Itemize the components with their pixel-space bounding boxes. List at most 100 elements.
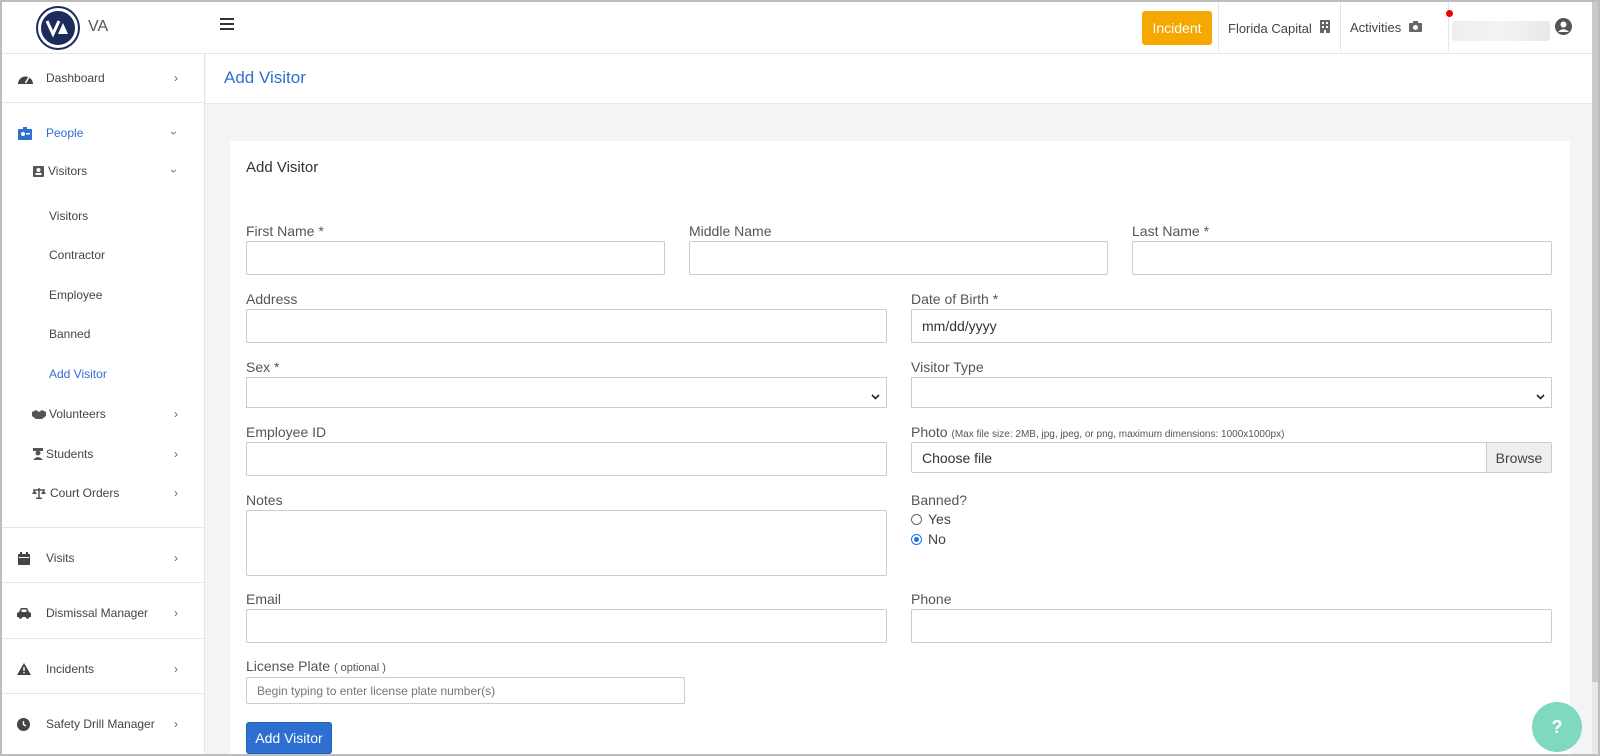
last-name-label: Last Name * [1132,223,1210,239]
employee-id-field[interactable] [246,442,887,476]
sidebar-item-employee[interactable]: Employee [2,285,205,305]
divider [1340,2,1341,52]
warning-triangle-icon [17,663,31,675]
sidebar: Dashboard › People › Visitors › Visitors… [2,54,205,754]
activities-link[interactable]: Activities [1350,20,1423,35]
sidebar-item-contractor[interactable]: Contractor [2,245,205,265]
sidebar-label: Employee [49,288,103,302]
sidebar-label: Visits [46,551,75,565]
photo-label: Photo [911,424,948,440]
chevron-down-icon: › [167,131,181,135]
page-header: Add Visitor [206,54,1598,104]
chevron-right-icon: › [174,486,178,500]
calendar-icon [18,551,30,565]
radio-checked [911,533,922,545]
page-title: Add Visitor [224,68,306,87]
sidebar-item-safety-drill-manager[interactable]: Safety Drill Manager › [2,712,205,736]
student-icon [33,448,43,460]
chevron-right-icon: › [174,662,178,676]
handshake-icon [32,409,46,419]
banned-no-radio[interactable]: No [911,531,946,547]
location-selector[interactable]: Florida Capital [1228,20,1330,36]
sidebar-item-incidents[interactable]: Incidents › [2,657,205,681]
visitor-type-select[interactable] [911,377,1552,408]
middle-name-label: Middle Name [689,223,772,239]
photo-hint: (Max file size: 2MB, jpg, jpeg, or png, … [951,429,1285,440]
email-field[interactable] [246,609,887,643]
sidebar-label: Volunteers [49,407,106,421]
notes-field[interactable] [246,510,887,576]
notification-dot-icon [1446,10,1453,17]
sidebar-item-dismissal-manager[interactable]: Dismissal Manager › [2,601,205,625]
user-name-redacted[interactable] [1452,21,1550,41]
sidebar-item-volunteers[interactable]: Volunteers › [2,404,205,424]
sidebar-item-visitors-group[interactable]: Visitors › [2,159,205,183]
first-name-field[interactable] [246,241,665,275]
divider [2,102,205,103]
chevron-right-icon: › [174,606,178,620]
browse-button[interactable]: Browse [1486,443,1551,472]
sidebar-label: Banned [49,327,91,341]
sidebar-label: Add Visitor [49,367,107,381]
location-label: Florida Capital [1228,20,1312,36]
sidebar-label: Students [46,447,94,461]
phone-label: Phone [911,591,952,607]
sidebar-item-students[interactable]: Students › [2,444,205,464]
phone-field[interactable] [911,609,1552,643]
sidebar-item-visits[interactable]: Visits › [2,546,205,570]
photo-file-input[interactable]: Choose file Browse [911,442,1552,473]
first-name-label: First Name * [246,223,324,239]
divider [1218,2,1219,52]
dob-placeholder: mm/dd/yyyy [922,318,997,334]
sidebar-label: Court Orders [50,486,120,500]
chevron-down-icon [1536,387,1545,405]
logo-text: VA [88,18,109,35]
license-plate-label-group: License Plate ( optional ) [246,658,386,674]
card-title: Add Visitor [246,159,319,176]
incident-button[interactable]: Incident [1142,11,1212,45]
email-label: Email [246,591,282,607]
dashboard-gauge-icon [18,72,33,84]
chevron-down-icon: › [167,169,181,173]
sidebar-item-visitors[interactable]: Visitors [2,206,205,226]
app-window: VA Incident Florida Capital Activities D… [0,0,1600,756]
clock-icon [17,717,30,731]
id-badge-icon [18,126,32,140]
banned-no-label: No [928,531,946,547]
sidebar-label: Contractor [49,248,106,262]
add-visitor-button[interactable]: Add Visitor [246,722,332,754]
last-name-field[interactable] [1132,241,1552,275]
license-plate-label: License Plate [246,658,331,674]
chevron-right-icon: › [174,551,178,565]
middle-name-field[interactable] [689,241,1108,275]
sidebar-label: Incidents [46,662,95,676]
scrollbar-thumb[interactable] [1592,2,1598,682]
sidebar-item-banned[interactable]: Banned [2,324,205,344]
notes-label: Notes [246,492,283,508]
sidebar-item-dashboard[interactable]: Dashboard › [2,66,205,90]
help-button[interactable]: ? [1532,702,1582,752]
scrollbar[interactable] [1592,2,1598,754]
user-account-icon[interactable] [1555,18,1572,40]
photo-label-group: Photo (Max file size: 2MB, jpg, jpeg, or… [911,424,1284,440]
logo-icon[interactable] [38,8,78,48]
sidebar-label: Visitors [49,209,89,223]
employee-id-label: Employee ID [246,424,327,440]
dob-label: Date of Birth * [911,291,999,307]
camera-icon [1409,20,1423,35]
chevron-right-icon: › [174,717,178,731]
visitor-type-label: Visitor Type [911,359,984,375]
sidebar-item-add-visitor[interactable]: Add Visitor [2,364,205,384]
address-field[interactable] [246,309,887,343]
banned-yes-radio[interactable]: Yes [911,511,951,527]
menu-toggle-icon[interactable] [220,18,234,30]
sidebar-label: Visitors [48,164,88,178]
sidebar-item-people[interactable]: People › [2,121,205,145]
dob-field[interactable]: mm/dd/yyyy [911,309,1552,343]
sidebar-item-court-orders[interactable]: Court Orders › [2,483,205,503]
sidebar-label: Dismissal Manager [46,606,149,620]
sex-select[interactable] [246,377,887,408]
top-bar: VA Incident Florida Capital Activities [2,2,1598,54]
license-plate-field[interactable] [246,677,685,704]
chevron-down-icon [871,387,880,405]
